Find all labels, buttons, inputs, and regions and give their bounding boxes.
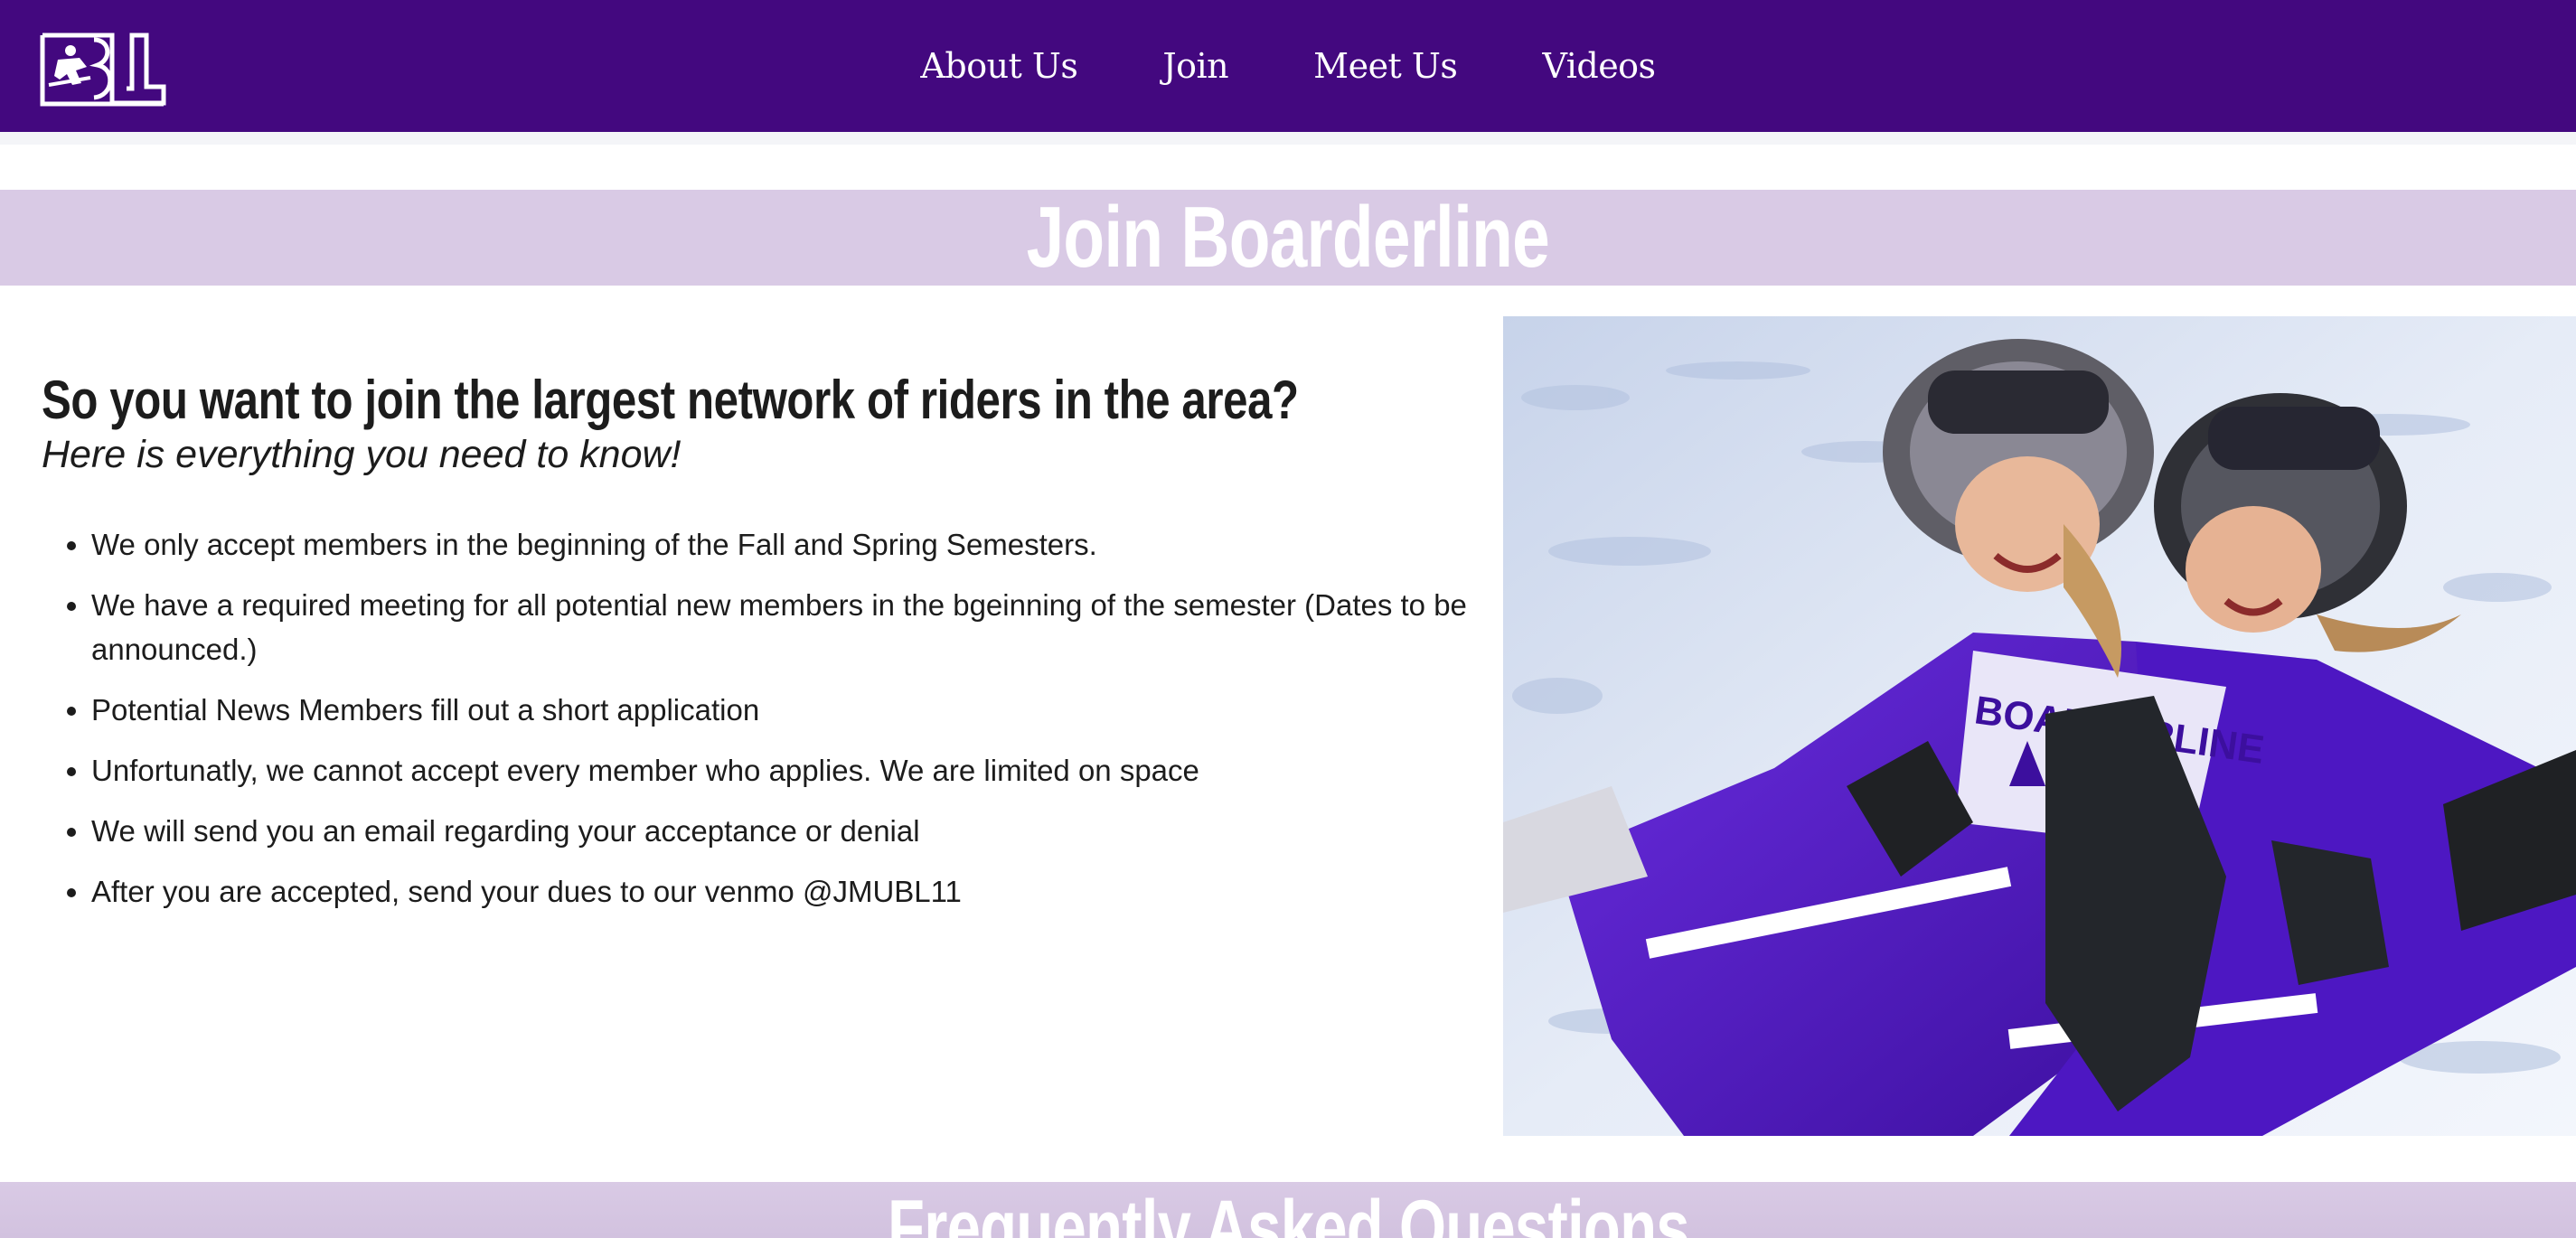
intro-heading: So you want to join the largest network … <box>42 370 1299 430</box>
snow-photo-image: BOARDERLINE <box>1503 316 2576 1136</box>
list-item: After you are accepted, send your dues t… <box>91 869 1488 914</box>
faq-title: Frequently Asked Questions <box>887 1185 1690 1238</box>
nav-divider <box>0 132 2576 145</box>
requirements-list: We only accept members in the beginning … <box>42 522 1488 914</box>
list-item: We only accept members in the beginning … <box>91 522 1488 567</box>
list-item: We have a required meeting for all poten… <box>91 583 1488 671</box>
join-info-section: So you want to join the largest network … <box>42 369 1488 930</box>
nav-link-videos[interactable]: Videos <box>1542 46 1656 86</box>
members-photo: BOARDERLINE <box>1503 316 2576 1136</box>
nav-link-join[interactable]: Join <box>1162 46 1228 86</box>
intro-subheading: Here is everything you need to know! <box>42 433 682 476</box>
join-banner: Join Boarderline <box>0 190 2576 286</box>
page-title: Join Boarderline <box>1026 190 1550 286</box>
list-item: We will send you an email regarding your… <box>91 809 1488 853</box>
top-navbar: About Us Join Meet Us Videos <box>0 0 2576 132</box>
list-item: Unfortunatly, we cannot accept every mem… <box>91 748 1488 793</box>
nav-link-meet-us[interactable]: Meet Us <box>1313 46 1458 86</box>
faq-banner: Frequently Asked Questions <box>0 1182 2576 1238</box>
list-item: Potential News Members fill out a short … <box>91 688 1488 732</box>
main-nav: About Us Join Meet Us Videos <box>0 0 2576 132</box>
nav-link-about-us[interactable]: About Us <box>920 46 1078 86</box>
